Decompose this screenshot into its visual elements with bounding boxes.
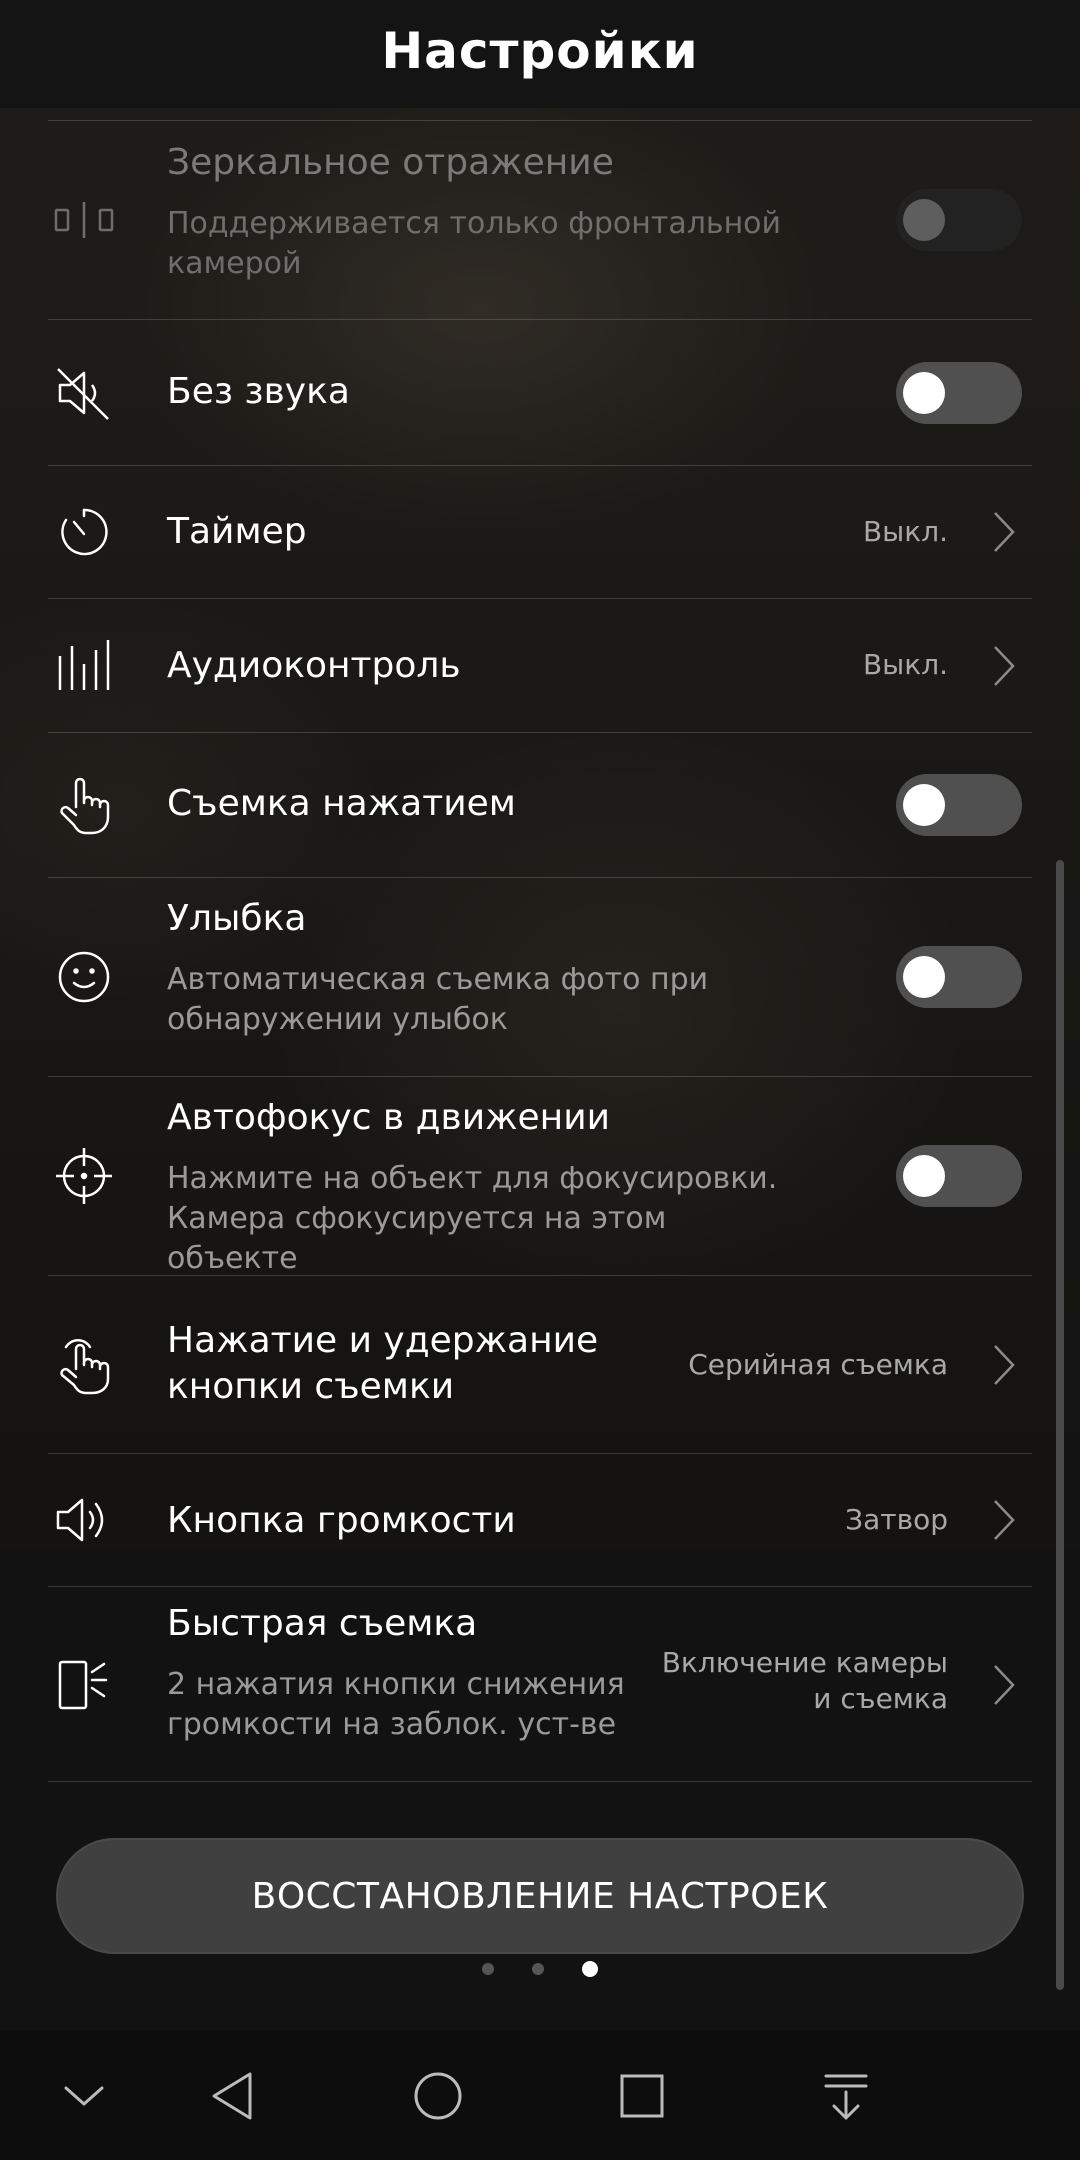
setting-mirror-text: Зеркальное отражение Поддерживается толь… [167,140,787,284]
setting-subtitle: 2 нажатия кнопки снижения громкости на з… [167,1667,625,1742]
setting-smile-text: Улыбка Автоматическая съемка фото при об… [167,896,787,1040]
tracking-af-toggle[interactable] [896,1145,1022,1207]
chevron-right-icon [994,1500,1015,1540]
setting-timer-text: Таймер [167,509,787,555]
settings-list: Зеркальное отражение Поддерживается толь… [0,120,1080,1782]
setting-smile[interactable]: Улыбка Автоматическая съемка фото при об… [0,878,1080,1077]
page-title: Настройки [381,22,699,80]
setting-value: Серийная съемка [688,1348,948,1381]
setting-title: Улыбка [167,898,307,939]
speaker-muted-icon [52,361,116,425]
mirror-toggle[interactable] [896,189,1022,251]
setting-title: Нажатие и удержание кнопки съемки [167,1320,599,1407]
speaker-icon [52,1488,116,1552]
setting-title: Автофокус в движении [167,1097,611,1138]
header: Настройки [0,0,1080,108]
setting-title: Быстрая съемка [167,1603,478,1644]
setting-volume-key[interactable]: Кнопка громкости Затвор [0,1454,1080,1587]
scrollbar[interactable] [1056,860,1064,1990]
setting-value: Затвор [845,1503,948,1536]
setting-quick-snap-text: Быстрая съемка 2 нажатия кнопки снижения… [167,1601,687,1745]
toggle-knob [903,199,945,241]
notifications-pull-icon[interactable] [806,2056,886,2136]
toggle-knob [903,1155,945,1197]
setting-quick-snap[interactable]: Быстрая съемка 2 нажатия кнопки снижения… [0,1587,1080,1782]
setting-tracking-af[interactable]: Автофокус в движении Нажмите на объект д… [0,1077,1080,1276]
setting-value: Выкл. [862,648,948,681]
setting-title: Съемка нажатием [167,783,516,824]
audio-bars-icon [52,634,116,698]
hand-hold-icon [52,1333,116,1397]
setting-subtitle: Автоматическая съемка фото при обнаружен… [167,962,709,1037]
mirror-icon [52,188,116,252]
recents-icon[interactable] [602,2056,682,2136]
back-icon[interactable] [194,2056,274,2136]
setting-hold-shutter[interactable]: Нажатие и удержание кнопки съемки Серийн… [0,1276,1080,1454]
chevron-down-icon[interactable] [44,2056,124,2136]
timer-icon [52,500,116,564]
setting-value: Включение камеры и съемка [661,1646,948,1715]
chevron-right-icon [994,512,1015,552]
toggle-knob [903,956,945,998]
hand-tap-icon [52,773,116,837]
mute-toggle[interactable] [896,362,1022,424]
setting-touch-capture[interactable]: Съемка нажатием [0,733,1080,878]
restore-settings-button[interactable]: ВОССТАНОВЛЕНИЕ НАСТРОЕК [56,1838,1024,1954]
setting-title: Аудиоконтроль [167,645,461,686]
home-icon[interactable] [398,2056,478,2136]
smile-icon [52,945,116,1009]
setting-subtitle: Поддерживается только фронтальной камеро… [167,206,782,281]
phone-flash-icon [52,1652,116,1716]
setting-mirror[interactable]: Зеркальное отражение Поддерживается толь… [0,120,1080,320]
smile-toggle[interactable] [896,946,1022,1008]
setting-title: Кнопка громкости [167,1500,516,1541]
toggle-knob [903,784,945,826]
setting-audio-control[interactable]: Аудиоконтроль Выкл. [0,599,1080,733]
page-indicator [0,1961,1080,1977]
camera-settings-screen: Настройки Зеркальное отражение Поддержив… [0,0,1080,2160]
touch-capture-toggle[interactable] [896,774,1022,836]
setting-subtitle: Нажмите на объект для фокусировки. Камер… [167,1161,778,1276]
setting-title: Зеркальное отражение [167,142,614,183]
setting-title: Без звука [167,371,350,412]
chevron-right-icon [994,1345,1015,1385]
page-dot[interactable] [482,1963,494,1975]
crosshair-icon [52,1144,116,1208]
setting-timer[interactable]: Таймер Выкл. [0,466,1080,599]
setting-value: Выкл. [862,515,948,548]
setting-tracking-af-text: Автофокус в движении Нажмите на объект д… [167,1095,787,1279]
chevron-right-icon [994,646,1015,686]
toggle-knob [903,372,945,414]
setting-mute-text: Без звука [167,369,787,415]
setting-mute[interactable]: Без звука [0,320,1080,466]
page-dot-active[interactable] [582,1961,598,1977]
chevron-right-icon [994,1665,1015,1705]
setting-touch-capture-text: Съемка нажатием [167,781,787,827]
setting-audio-control-text: Аудиоконтроль [167,643,787,689]
system-navbar [0,2030,1080,2160]
setting-title: Таймер [167,511,307,552]
page-dot[interactable] [532,1963,544,1975]
setting-volume-key-text: Кнопка громкости [167,1498,787,1544]
